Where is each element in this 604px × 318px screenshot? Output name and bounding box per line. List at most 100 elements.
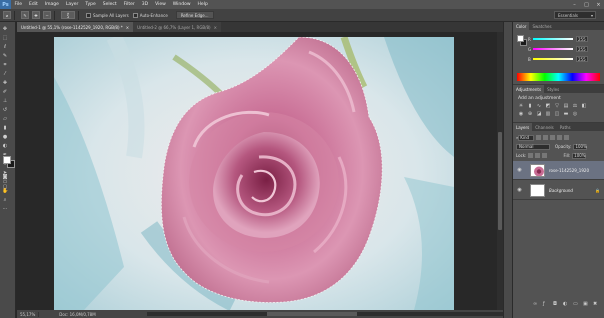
document-info[interactable]: Doc: 16,0M/0,78M [39, 312, 95, 317]
pixel-filter-icon[interactable] [536, 135, 542, 140]
history-brush-tool-icon[interactable]: ↺ [2, 107, 8, 113]
blur-tool-icon[interactable]: ● [2, 134, 8, 140]
gradient-map-icon[interactable]: ▬ [563, 112, 569, 117]
kind-filter-select[interactable]: Kind [518, 134, 535, 141]
refine-edge-button[interactable]: Refine Edge... [175, 11, 214, 19]
eraser-tool-icon[interactable]: ▱ [2, 116, 8, 122]
dodge-tool-icon[interactable]: ◐ [2, 143, 8, 149]
scrollbar-thumb[interactable] [498, 132, 502, 230]
auto-enhance-checkbox[interactable] [132, 12, 138, 18]
threshold-icon[interactable]: ◫ [554, 112, 560, 117]
hue-saturation-icon[interactable]: ▤ [563, 104, 569, 109]
add-to-selection-icon[interactable]: ✚ [32, 11, 40, 19]
foreground-color-swatch[interactable] [3, 156, 11, 164]
type-filter-icon[interactable] [550, 135, 556, 140]
workspace-select[interactable]: Essentials ▾ [554, 11, 596, 19]
menu-help[interactable]: Help [194, 2, 211, 7]
quick-selection-tool-icon[interactable]: ✎ [2, 53, 8, 59]
menu-3d[interactable]: 3D [138, 2, 151, 7]
photo-filter-icon[interactable]: ◉ [518, 112, 524, 117]
fill-input[interactable]: 100% [572, 152, 587, 159]
tab-styles[interactable]: Styles [544, 85, 562, 93]
invert-icon[interactable]: ◪ [536, 112, 542, 117]
close-icon[interactable]: × [126, 25, 129, 30]
layer-name[interactable]: rose-1142529_1920 [549, 168, 589, 173]
shape-filter-icon[interactable] [557, 135, 563, 140]
layer-name[interactable]: Background [549, 188, 573, 193]
collapsed-panel-strip[interactable] [503, 22, 513, 318]
red-value[interactable]: 255 [576, 36, 588, 42]
tab-paths[interactable]: Paths [557, 123, 574, 131]
adjustment-filter-icon[interactable] [543, 135, 549, 140]
brightness-icon[interactable]: ☀ [518, 104, 524, 109]
menu-type[interactable]: Type [82, 2, 99, 7]
smart-object-filter-icon[interactable] [564, 135, 570, 140]
quick-mask-icon[interactable]: ◙ [2, 174, 8, 180]
tab-channels[interactable]: Channels [532, 123, 557, 131]
quick-selection-preset-icon[interactable]: ⌀ [3, 11, 11, 19]
scrollbar-thumb[interactable] [267, 312, 357, 316]
levels-icon[interactable]: ▮ [527, 104, 533, 109]
red-slider[interactable] [533, 38, 573, 40]
canvas-area[interactable] [17, 32, 497, 310]
new-adjustment-layer-icon[interactable]: ◐ [563, 302, 568, 307]
layer-row-rose[interactable]: ◉ rose-1142529_1920 [513, 161, 604, 180]
zoom-level[interactable]: 55,17% [17, 311, 40, 317]
close-icon[interactable]: × [214, 25, 217, 30]
color-balance-icon[interactable]: ⚖ [572, 104, 578, 109]
exposure-icon[interactable]: ◩ [545, 104, 551, 109]
menu-window[interactable]: Window [169, 2, 194, 7]
menu-layer[interactable]: Layer [62, 2, 82, 7]
menu-image[interactable]: Image [41, 2, 62, 7]
edit-toolbar-icon[interactable]: ⋯ [2, 206, 8, 212]
curves-icon[interactable]: ∿ [536, 104, 542, 109]
menu-filter[interactable]: Filter [120, 2, 138, 7]
selective-color-icon[interactable]: ◎ [572, 112, 578, 117]
minimize-button[interactable]: – [569, 0, 580, 9]
gradient-tool-icon[interactable]: ▮ [2, 125, 8, 131]
tab-adjustments[interactable]: Adjustments [513, 85, 545, 93]
menu-select[interactable]: Select [99, 2, 120, 7]
visibility-eye-icon[interactable]: ◉ [516, 167, 523, 173]
blue-value[interactable]: 255 [576, 56, 588, 62]
lock-pixels-icon[interactable] [528, 153, 534, 158]
close-button[interactable]: × [593, 0, 604, 9]
healing-brush-tool-icon[interactable]: ✚ [2, 80, 8, 86]
layer-row-background[interactable]: ◉ Background 🔒 [513, 181, 604, 200]
link-layers-icon[interactable]: ∞ [533, 302, 538, 307]
tab-document-2[interactable]: Untitled-2 @ 66,7% (Layer 1, RGB/8) × [133, 22, 221, 32]
delete-layer-icon[interactable]: ✖ [593, 302, 598, 307]
add-mask-icon[interactable]: ◘ [553, 302, 558, 307]
lock-all-icon[interactable] [542, 153, 548, 158]
screen-mode-icon[interactable]: ▢ [2, 184, 8, 190]
vibrance-icon[interactable]: ▽ [554, 104, 560, 109]
green-value[interactable]: 255 [576, 46, 588, 52]
layer-style-icon[interactable]: ƒ [543, 302, 548, 307]
tab-document-1[interactable]: Untitled-1 @ 55,1% (rose-1142529_1920, R… [17, 22, 134, 32]
maximize-button[interactable]: □ [581, 0, 592, 9]
posterize-icon[interactable]: ▥ [545, 112, 551, 117]
brush-size-picker[interactable]: • 5 [61, 11, 75, 19]
horizontal-scrollbar[interactable] [147, 312, 507, 316]
marquee-tool-icon[interactable]: ⬚ [2, 35, 8, 41]
menu-file[interactable]: File [11, 2, 26, 7]
brush-tool-icon[interactable]: ✐ [2, 89, 8, 95]
document-canvas[interactable] [54, 37, 454, 310]
opacity-input[interactable]: 100% [573, 143, 588, 150]
visibility-eye-icon[interactable]: ◉ [516, 187, 523, 193]
lock-position-icon[interactable] [535, 153, 541, 158]
crop-tool-icon[interactable]: ⌗ [2, 62, 8, 68]
eyedropper-tool-icon[interactable]: ⁄ [2, 71, 8, 77]
lasso-tool-icon[interactable]: ℓ [2, 44, 8, 50]
clone-stamp-tool-icon[interactable]: ⊥ [2, 98, 8, 104]
channel-mixer-icon[interactable]: ⊕ [527, 112, 533, 117]
green-slider[interactable] [533, 48, 573, 50]
blue-slider[interactable] [533, 58, 573, 60]
subtract-selection-icon[interactable]: − [43, 11, 51, 19]
blend-mode-select[interactable]: Normal [516, 143, 550, 150]
menu-view[interactable]: View [152, 2, 170, 7]
tab-layers[interactable]: Layers [513, 123, 533, 131]
tab-color[interactable]: Color [513, 22, 530, 30]
black-white-icon[interactable]: ◧ [581, 104, 587, 109]
move-tool-icon[interactable]: ✥ [2, 26, 8, 32]
